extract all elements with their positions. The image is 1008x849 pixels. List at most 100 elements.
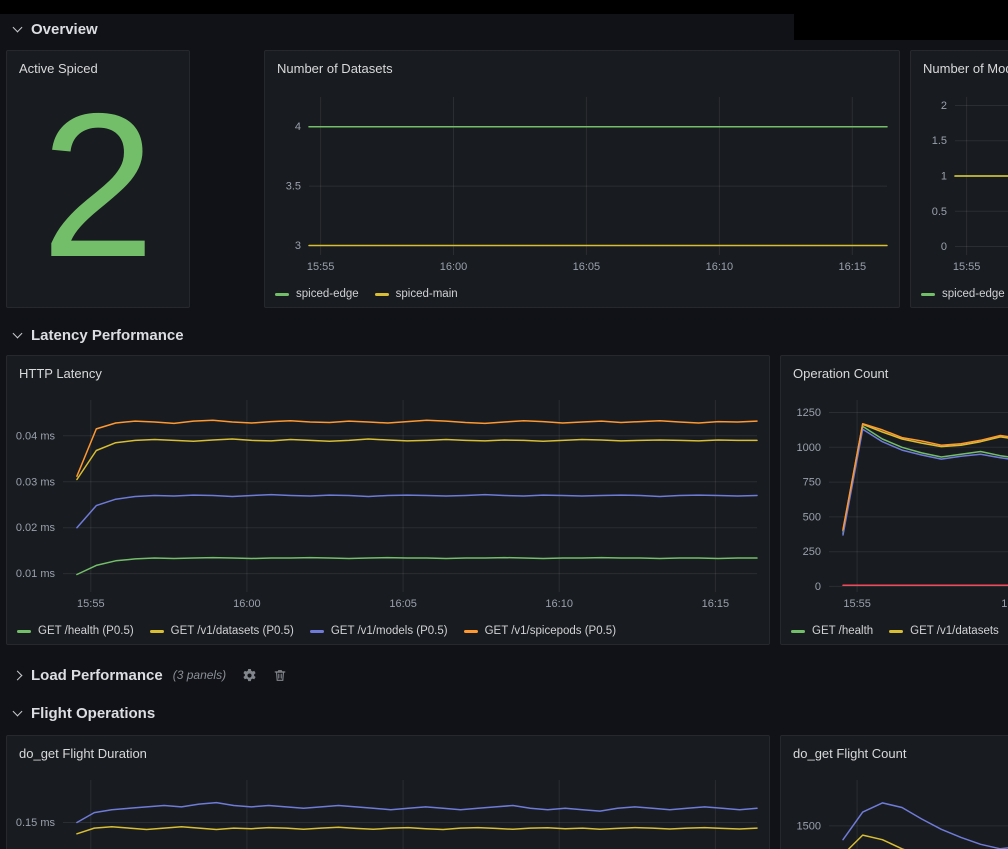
datasets-chart[interactable]: 15:55 16:00 16:05 16:10 16:15 4 3.5 3 xyxy=(265,81,899,281)
flight-count-chart[interactable]: 15:5516:0016:0516:1016:15150010005000 xyxy=(781,766,1008,849)
svg-text:15:55: 15:55 xyxy=(77,598,105,610)
stat-value: 2 xyxy=(7,81,189,307)
gear-icon[interactable] xyxy=(242,668,257,683)
svg-text:4: 4 xyxy=(295,121,301,133)
svg-text:1: 1 xyxy=(941,171,947,183)
legend-label: GET /v1/spicepods (P0.5) xyxy=(485,625,616,637)
legend-label: spiced-edge xyxy=(296,288,359,300)
legend-label: spiced-main xyxy=(396,288,458,300)
svg-text:0.04 ms: 0.04 ms xyxy=(16,430,56,442)
svg-text:750: 750 xyxy=(803,477,821,489)
panel-do-get-flight-duration: do_get Flight Duration 15:5516:0016:0516… xyxy=(6,735,770,849)
top-right-black-area xyxy=(794,0,1008,40)
legend-item[interactable]: GET /v1/datasets (P0.5) xyxy=(150,625,294,637)
svg-text:16:10: 16:10 xyxy=(706,261,734,273)
svg-text:0.15 ms: 0.15 ms xyxy=(16,817,56,829)
panel-title[interactable]: Number of Models xyxy=(911,51,1008,81)
models-chart[interactable]: 15:5516:0016:0516:1016:1521.510.50 xyxy=(911,81,1008,281)
legend-label: spiced-edge xyxy=(942,288,1005,300)
legend-swatch xyxy=(464,630,478,633)
panel-http-latency: HTTP Latency 15:55 16:00 16:05 16:10 16:15 0.… xyxy=(6,355,770,645)
svg-text:0.5: 0.5 xyxy=(932,206,947,218)
panel-number-of-datasets: Number of Datasets 15:5516:0016:0516:101… xyxy=(264,50,900,308)
trash-icon[interactable] xyxy=(273,668,287,683)
panel-do-get-flight-count: do_get Flight Count 15:5516:0016:0516:10… xyxy=(780,735,1008,849)
svg-text:16:00: 16:00 xyxy=(440,261,468,273)
svg-text:15:55: 15:55 xyxy=(953,261,981,273)
legend-swatch xyxy=(791,630,805,633)
svg-text:1500: 1500 xyxy=(797,820,821,832)
svg-text:500: 500 xyxy=(803,511,821,523)
chevron-down-icon xyxy=(13,329,23,339)
panel-title[interactable]: Number of Datasets xyxy=(265,51,899,81)
svg-text:250: 250 xyxy=(803,546,821,558)
svg-text:1250: 1250 xyxy=(797,407,821,419)
legend-swatch xyxy=(921,293,935,296)
svg-text:15:55: 15:55 xyxy=(843,598,871,610)
svg-text:3.5: 3.5 xyxy=(286,181,301,193)
panel-title[interactable]: do_get Flight Count xyxy=(781,736,1008,766)
section-header-flight-operations[interactable]: Flight Operations xyxy=(14,700,155,726)
svg-text:16:10: 16:10 xyxy=(545,598,573,610)
section-title: Load Performance xyxy=(31,667,163,684)
legend-item[interactable]: GET /health xyxy=(791,625,873,637)
panel-active-spiced: Active Spiced 2 xyxy=(6,50,190,308)
section-title: Overview xyxy=(31,21,98,38)
legend-label: GET /v1/datasets (P0.5) xyxy=(171,625,294,637)
http-latency-chart[interactable]: 15:55 16:00 16:05 16:10 16:15 0.04 ms 0.03 ms 0… xyxy=(7,386,769,618)
svg-text:16:00: 16:00 xyxy=(1001,598,1008,610)
http-latency-legend: GET /health (P0.5) GET /v1/datasets (P0.5… xyxy=(7,618,769,644)
svg-text:16:15: 16:15 xyxy=(702,598,730,610)
flight-duration-chart[interactable]: 15:5516:0016:0516:1016:150.15 ms0.10 ms xyxy=(7,766,769,849)
section-title: Latency Performance xyxy=(31,327,184,344)
panel-operation-count: Operation Count 15:5516:0016:0516:1016:1… xyxy=(780,355,1008,645)
legend-swatch xyxy=(150,630,164,633)
svg-text:16:05: 16:05 xyxy=(573,261,601,273)
legend-item[interactable]: spiced-edge xyxy=(921,288,1005,300)
svg-text:1.5: 1.5 xyxy=(932,135,947,147)
legend-item[interactable]: GET /v1/models (P0.5) xyxy=(310,625,448,637)
svg-text:0.02 ms: 0.02 ms xyxy=(16,522,56,534)
legend-swatch xyxy=(375,293,389,296)
svg-text:0: 0 xyxy=(941,241,947,253)
legend-item[interactable]: GET /health (P0.5) xyxy=(17,625,134,637)
panel-title[interactable]: do_get Flight Duration xyxy=(7,736,769,766)
svg-text:16:05: 16:05 xyxy=(389,598,417,610)
section-title: Flight Operations xyxy=(31,705,155,722)
svg-text:16:15: 16:15 xyxy=(839,261,867,273)
panel-title[interactable]: HTTP Latency xyxy=(7,356,769,386)
svg-text:2: 2 xyxy=(941,100,947,112)
operation-count-legend: GET /healthGET /v1/datasetsGET /v1/model… xyxy=(781,618,1008,644)
legend-label: GET /health (P0.5) xyxy=(38,625,134,637)
svg-text:0.01 ms: 0.01 ms xyxy=(16,568,56,580)
panel-number-of-models: Number of Models 15:5516:0016:0516:1016:… xyxy=(910,50,1008,308)
legend-swatch xyxy=(275,293,289,296)
models-legend: spiced-edgespiced-main xyxy=(911,281,1008,307)
svg-text:16:00: 16:00 xyxy=(233,598,261,610)
svg-text:0.03 ms: 0.03 ms xyxy=(16,476,56,488)
legend-item[interactable]: GET /v1/datasets xyxy=(889,625,999,637)
svg-text:3: 3 xyxy=(295,240,301,252)
svg-text:1000: 1000 xyxy=(797,442,821,454)
legend-label: GET /v1/datasets xyxy=(910,625,999,637)
section-header-load-performance[interactable]: Load Performance (3 panels) xyxy=(14,662,287,688)
svg-text:0: 0 xyxy=(815,581,821,593)
chevron-down-icon xyxy=(13,23,23,33)
legend-swatch xyxy=(889,630,903,633)
datasets-legend: spiced-edge spiced-main xyxy=(265,281,899,307)
section-header-latency[interactable]: Latency Performance xyxy=(14,322,184,348)
operation-count-chart[interactable]: 15:5516:0016:0516:1016:15125010007505002… xyxy=(781,386,1008,618)
legend-label: GET /v1/models (P0.5) xyxy=(331,625,448,637)
chevron-right-icon xyxy=(13,670,23,680)
legend-item[interactable]: GET /v1/spicepods (P0.5) xyxy=(464,625,616,637)
panel-title[interactable]: Operation Count xyxy=(781,356,1008,386)
section-header-overview[interactable]: Overview xyxy=(14,16,98,42)
legend-item[interactable]: spiced-edge xyxy=(275,288,359,300)
legend-swatch xyxy=(310,630,324,633)
chevron-down-icon xyxy=(13,707,23,717)
svg-text:15:55: 15:55 xyxy=(307,261,335,273)
panel-count-note: (3 panels) xyxy=(173,668,226,682)
legend-swatch xyxy=(17,630,31,633)
legend-item[interactable]: spiced-main xyxy=(375,288,458,300)
legend-label: GET /health xyxy=(812,625,873,637)
